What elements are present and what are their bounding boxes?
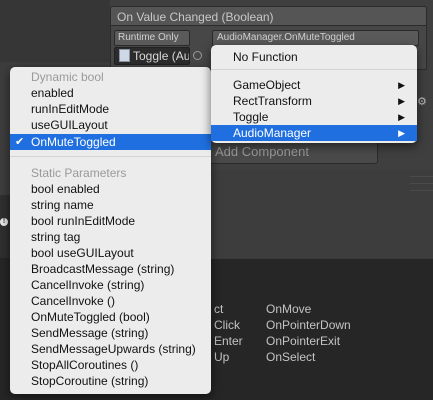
event-item[interactable]: OnMove xyxy=(266,302,311,316)
event-item[interactable]: Enter xyxy=(214,334,243,348)
function-dropdown[interactable]: AudioManager.OnMuteToggled xyxy=(212,30,419,46)
runtime-dropdown[interactable]: Runtime Only xyxy=(114,30,190,46)
menu-separator xyxy=(211,69,417,70)
event-item[interactable]: OnPointerDown xyxy=(266,318,351,332)
menu-header-static: Static Parameters xyxy=(31,166,127,180)
menu-item[interactable]: StopAllCoroutines () xyxy=(10,357,211,373)
menu-item[interactable]: string name xyxy=(10,197,211,213)
left-panel-background xyxy=(0,0,110,62)
submenu-arrow-icon: ▶ xyxy=(398,112,405,122)
submenu-item-gameobject[interactable]: GameObject ▶ xyxy=(211,77,417,93)
panel-divider xyxy=(200,258,433,259)
event-item[interactable]: Up xyxy=(214,350,229,364)
menu-header-dynamic: Dynamic bool xyxy=(31,70,104,84)
menu-item[interactable]: SendMessage (string) xyxy=(10,325,211,341)
menu-item[interactable]: BroadcastMessage (string) xyxy=(10,261,211,277)
submenu-item-toggle[interactable]: Toggle ▶ xyxy=(211,109,417,125)
toggle-object-icon xyxy=(119,49,130,62)
menu-item[interactable]: bool runInEditMode xyxy=(10,213,211,229)
menu-item[interactable]: bool enabled xyxy=(10,181,211,197)
menu-item-selected[interactable]: ✔ OnMuteToggled xyxy=(10,134,211,150)
submenu-item-audiomanager[interactable]: AudioManager ▶ xyxy=(211,125,417,141)
menu-separator xyxy=(10,156,211,157)
object-field[interactable]: Toggle (Au xyxy=(114,47,190,65)
event-item[interactable]: ct xyxy=(214,302,223,316)
menu-item[interactable]: enabled xyxy=(10,85,211,101)
menu-item[interactable]: string tag xyxy=(10,229,211,245)
event-item[interactable]: OnPointerExit xyxy=(266,334,340,348)
menu-item[interactable]: StopCoroutine (string) xyxy=(10,373,211,389)
menu-item[interactable]: bool useGUILayout xyxy=(10,245,211,261)
event-item[interactable]: OnSelect xyxy=(266,350,315,364)
submenu-arrow-icon: ▶ xyxy=(398,80,405,90)
menu-item[interactable]: CancelInvoke () xyxy=(10,293,211,309)
scroll-lines xyxy=(410,170,433,258)
submenu-item-recttransform[interactable]: RectTransform ▶ xyxy=(211,93,417,109)
event-item[interactable]: Click xyxy=(214,318,240,332)
menu-item[interactable]: runInEditMode xyxy=(10,101,211,117)
checkmark-icon: ✔ xyxy=(15,136,25,148)
gear-icon[interactable]: ⚙ xyxy=(417,95,427,108)
warning-icon: ! xyxy=(0,218,8,226)
add-component-button[interactable]: Add Component xyxy=(200,140,378,164)
submenu-arrow-icon: ▶ xyxy=(398,128,405,138)
dynamic-function-menu: Dynamic bool enabled runInEditMode useGU… xyxy=(10,67,211,394)
object-picker-icon[interactable] xyxy=(193,51,202,60)
menu-item[interactable]: useGUILayout xyxy=(10,117,211,133)
menu-item[interactable]: OnMuteToggled (bool) xyxy=(10,309,211,325)
menu-item[interactable]: CancelInvoke (string) xyxy=(10,277,211,293)
submenu-arrow-icon: ▶ xyxy=(398,96,405,106)
menu-item[interactable]: SendMessageUpwards (string) xyxy=(10,341,211,357)
menu-item-no-function[interactable]: No Function xyxy=(211,49,417,65)
function-target-menu: No Function GameObject ▶ RectTransform ▶ T… xyxy=(211,45,417,143)
event-header: On Value Changed (Boolean) xyxy=(110,6,427,26)
object-field-label: Toggle (Au xyxy=(133,49,190,63)
